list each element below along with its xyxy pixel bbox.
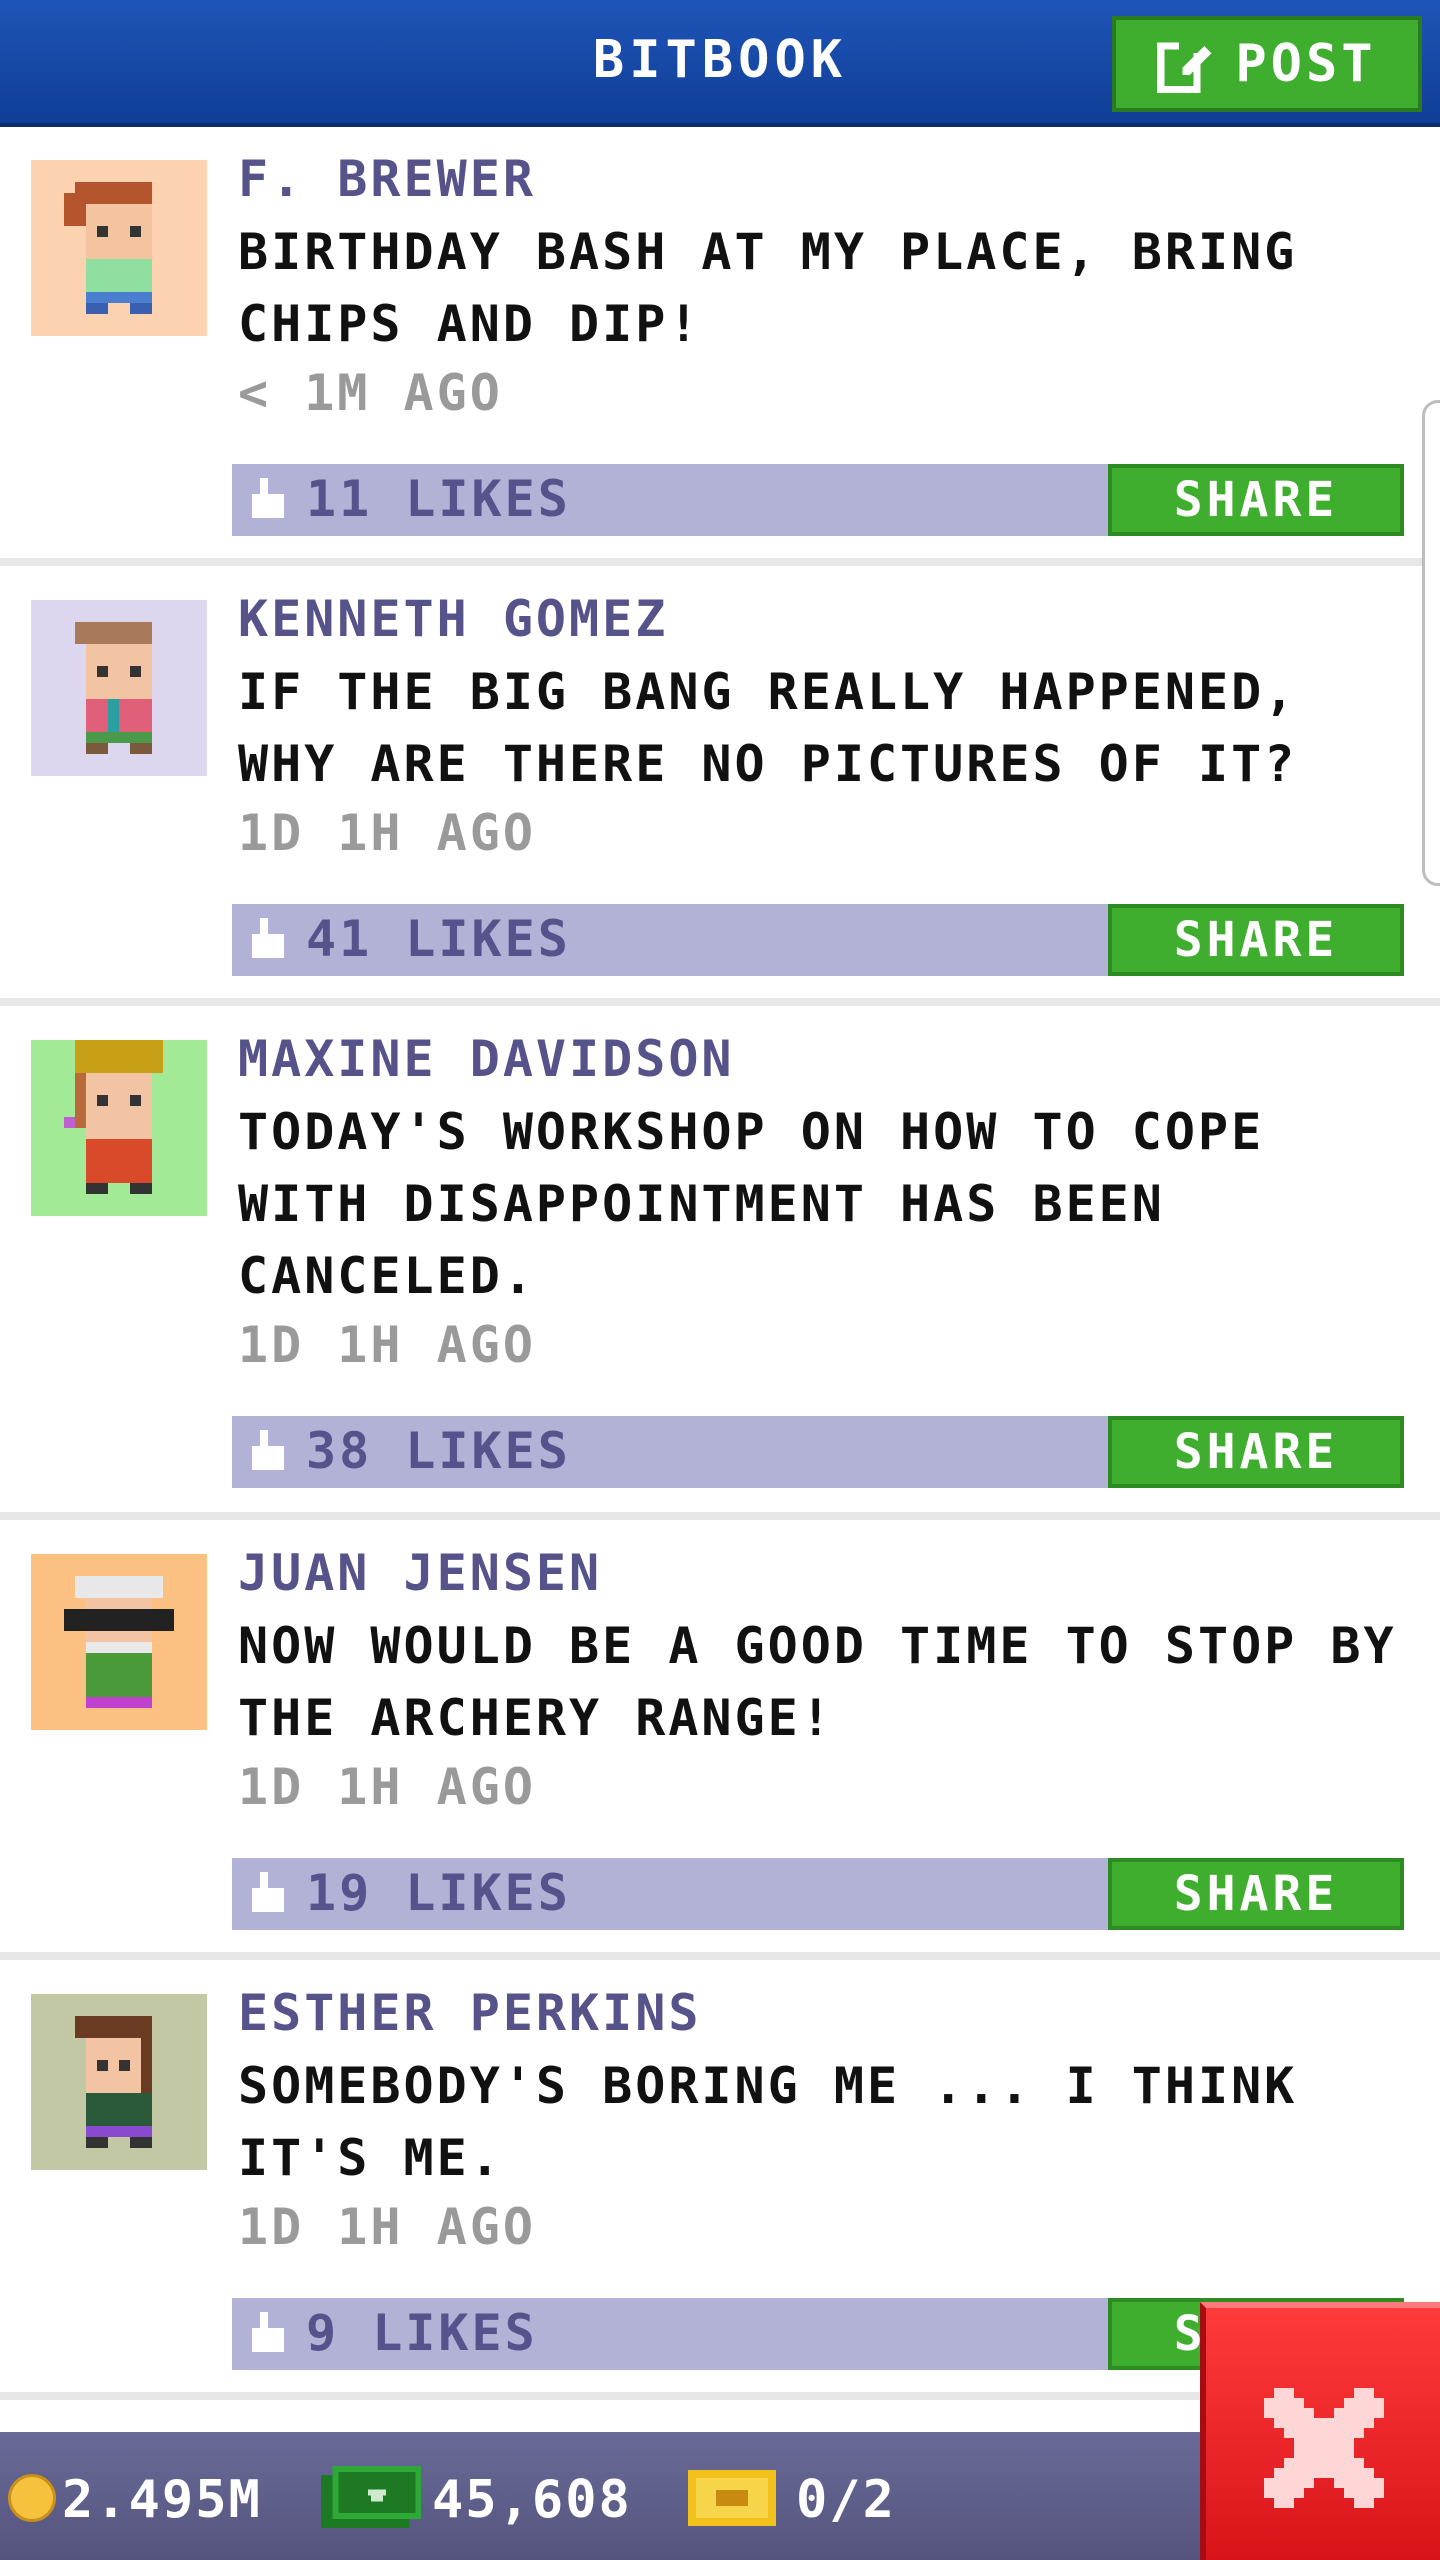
thumbs-up-icon [252,918,284,958]
bux-count: 45,608 [432,2470,632,2530]
like-count: 9 LIKES [306,2304,538,2362]
share-button[interactable]: SHARE [1108,904,1404,976]
feed-post: F. BREWER BIRTHDAY BASH AT MY PLACE, BRI… [0,130,1440,566]
post-author: MAXINE DAVIDSON [238,1030,735,1088]
like-bar[interactable]: 38 LIKES SHARE [232,1416,1404,1488]
post-text: BIRTHDAY BASH AT MY PLACE, BRING CHIPS A… [238,223,1298,353]
like-bar[interactable]: 11 LIKES SHARE [232,464,1404,536]
feed-post: KENNETH GOMEZ IF THE BIG BANG REALLY HAP… [0,566,1440,1006]
post-author: JUAN JENSEN [238,1544,603,1602]
feed-post: JUAN JENSEN NOW WOULD BE A GOOD TIME TO … [0,1520,1440,1960]
like-count: 11 LIKES [306,470,571,528]
post-time: 1D 1H AGO [238,2198,536,2256]
coins-count: 2.495M [62,2470,262,2530]
post-button-label: POST [1235,34,1377,94]
post-text: IF THE BIG BANG REALLY HAPPENED, WHY ARE… [238,663,1298,793]
post-time: < 1M AGO [238,364,503,422]
post-text: NOW WOULD BE A GOOD TIME TO STOP BY THE … [238,1617,1397,1747]
avatar[interactable] [31,160,207,336]
thumbs-up-icon [252,1872,284,1912]
thumbs-up-icon [252,478,284,518]
avatar[interactable] [31,1554,207,1730]
post-text: SOMEBODY'S BORING ME ... I THINK IT'S ME… [238,2057,1298,2187]
like-bar[interactable]: 41 LIKES SHARE [232,904,1404,976]
close-icon [1264,2388,1384,2508]
post-time: 1D 1H AGO [238,1758,536,1816]
close-button[interactable] [1200,2302,1440,2560]
like-count: 41 LIKES [306,910,571,968]
bux-icon [320,2466,422,2528]
header-bar: BITBOOK POST [0,0,1440,127]
coin-icon [8,2474,56,2522]
like-count: 19 LIKES [306,1864,571,1922]
post-author: F. BREWER [238,150,536,208]
thumbs-up-icon [252,1430,284,1470]
share-button[interactable]: SHARE [1108,1858,1404,1930]
tickets-count: 0/2 [796,2470,896,2530]
ticket-icon [688,2470,776,2526]
thumbs-up-icon [252,2312,284,2352]
post-button[interactable]: POST [1112,16,1422,112]
share-button[interactable]: SHARE [1108,464,1404,536]
share-button[interactable]: SHARE [1108,1416,1404,1488]
avatar[interactable] [31,1994,207,2170]
avatar[interactable] [31,1040,207,1216]
post-author: KENNETH GOMEZ [238,590,669,648]
post-time: 1D 1H AGO [238,804,536,862]
post-author: ESTHER PERKINS [238,1984,702,2042]
avatar[interactable] [31,600,207,776]
like-count: 38 LIKES [306,1422,571,1480]
post-text: TODAY'S WORKSHOP ON HOW TO COPE WITH DIS… [238,1103,1265,1305]
like-bar[interactable]: 19 LIKES SHARE [232,1858,1404,1930]
feed-post: MAXINE DAVIDSON TODAY'S WORKSHOP ON HOW … [0,1006,1440,1520]
compose-icon [1157,38,1212,93]
scrollbar[interactable] [1422,400,1440,886]
post-time: 1D 1H AGO [238,1316,536,1374]
